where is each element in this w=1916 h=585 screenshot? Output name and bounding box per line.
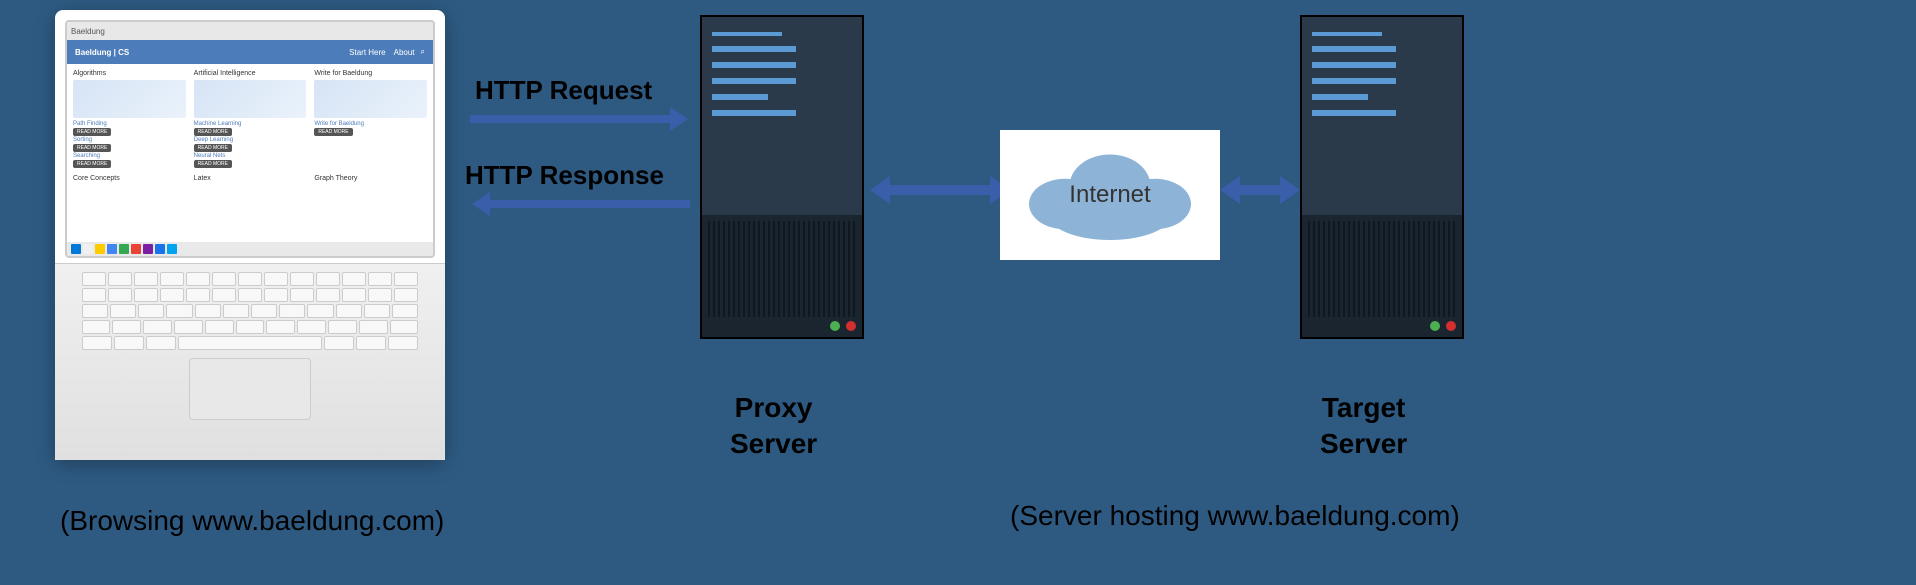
- taskbar-icon: [131, 244, 141, 254]
- col-title: Algorithms: [73, 70, 186, 77]
- col-title: Write for Baeldung: [314, 70, 427, 77]
- target-label-line2: Server: [1320, 428, 1407, 459]
- proxy-label-line2: Server: [730, 428, 817, 459]
- taskbar-icon: [155, 244, 165, 254]
- proxy-server-icon: [700, 15, 864, 339]
- taskbar-icon: [119, 244, 129, 254]
- site-brand: Baeldung | CS: [75, 48, 129, 57]
- http-request-label: HTTP Request: [475, 75, 652, 106]
- target-server-label: Target Server: [1320, 390, 1407, 463]
- taskbar-icon: [95, 244, 105, 254]
- target-label-line1: Target: [1322, 392, 1406, 423]
- status-led-red: [846, 321, 856, 331]
- thumbnail: [194, 80, 307, 118]
- link-text: Write for Baeldung: [314, 121, 427, 127]
- client-caption: (Browsing www.baeldung.com): [60, 505, 444, 537]
- http-response-label: HTTP Response: [465, 160, 664, 191]
- http-response-arrow: [490, 200, 690, 208]
- status-led-green: [830, 321, 840, 331]
- read-more-button: READ MORE: [314, 128, 352, 136]
- sub-link: Deep Learning: [194, 137, 307, 143]
- read-more-button: READ MORE: [194, 160, 232, 168]
- proxy-internet-arrow: [890, 185, 990, 195]
- browser-tab-bar: Baeldung: [67, 22, 433, 40]
- taskbar-icon: [83, 244, 93, 254]
- read-more-button: READ MORE: [73, 144, 111, 152]
- thumbnail: [73, 80, 186, 118]
- taskbar-icon: [107, 244, 117, 254]
- http-request-arrow: [470, 115, 670, 123]
- laptop-keyboard: [55, 263, 445, 460]
- link-text: Machine Learning: [194, 121, 307, 127]
- read-more-button: READ MORE: [194, 128, 232, 136]
- client-laptop: Baeldung Baeldung | CS Start Here About …: [55, 10, 445, 460]
- taskbar-icon: [167, 244, 177, 254]
- read-more-button: READ MORE: [194, 144, 232, 152]
- col-title: Artificial Intelligence: [194, 70, 307, 77]
- taskbar-icon: [143, 244, 153, 254]
- col-title: Core Concepts: [73, 175, 186, 182]
- tab-title: Baeldung: [71, 27, 105, 36]
- taskbar-icon: [71, 244, 81, 254]
- sub-link: Searching: [73, 153, 186, 159]
- target-server-icon: [1300, 15, 1464, 339]
- sub-link: Neural Nets: [194, 153, 307, 159]
- status-led-red: [1446, 321, 1456, 331]
- read-more-button: READ MORE: [73, 128, 111, 136]
- site-content: Algorithms Path Finding READ MORE Sortin…: [67, 64, 433, 242]
- laptop-screen: Baeldung Baeldung | CS Start Here About …: [65, 20, 435, 258]
- link-text: Path Finding: [73, 121, 186, 127]
- read-more-button: READ MORE: [73, 160, 111, 168]
- proxy-label-line1: Proxy: [735, 392, 813, 423]
- nav-link: Start Here: [349, 48, 385, 57]
- internet-label: Internet: [1069, 181, 1150, 209]
- col-title: Latex: [194, 175, 307, 182]
- thumbnail: [314, 80, 427, 118]
- server-caption: (Server hosting www.baeldung.com): [1010, 500, 1460, 532]
- status-led-green: [1430, 321, 1440, 331]
- internet-target-arrow: [1240, 185, 1280, 195]
- nav-link: About: [394, 48, 415, 57]
- search-icon: ⌕: [421, 47, 425, 57]
- proxy-server-label: Proxy Server: [730, 390, 817, 463]
- sub-link: Sorting: [73, 137, 186, 143]
- site-header: Baeldung | CS Start Here About ⌕: [67, 40, 433, 64]
- trackpad: [189, 358, 311, 420]
- os-taskbar: [67, 242, 433, 256]
- col-title: Graph Theory: [314, 175, 427, 182]
- internet-cloud: Internet: [1000, 130, 1220, 260]
